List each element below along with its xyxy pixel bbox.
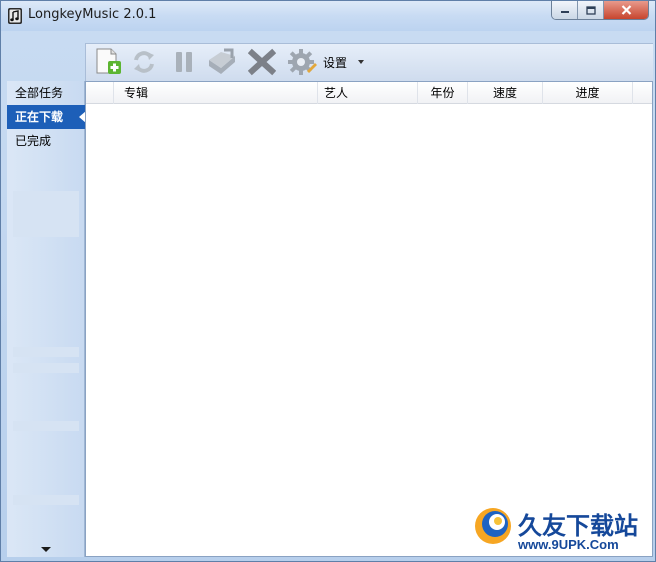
open-icon bbox=[209, 48, 235, 74]
pause-icon bbox=[176, 52, 192, 72]
sidebar-item-label: 已完成 bbox=[15, 134, 52, 148]
delete-button[interactable] bbox=[246, 46, 278, 78]
minimize-button[interactable] bbox=[552, 1, 578, 19]
sidebar-decoration bbox=[13, 191, 79, 237]
refresh-icon bbox=[134, 51, 154, 73]
refresh-button[interactable] bbox=[128, 46, 160, 78]
delete-icon bbox=[248, 48, 276, 76]
gear-icon bbox=[288, 49, 317, 75]
watermark-name: 久友下载站 bbox=[518, 511, 638, 540]
music-note-icon bbox=[8, 8, 22, 24]
settings-label[interactable]: 设置 bbox=[323, 54, 347, 71]
sidebar-decoration bbox=[13, 347, 79, 357]
sidebar-decoration bbox=[13, 495, 79, 505]
task-list[interactable]: 专辑 艺人 年份 速度 进度 bbox=[85, 81, 653, 557]
minimize-icon bbox=[560, 11, 569, 13]
list-header: 专辑 艺人 年份 速度 进度 bbox=[86, 82, 652, 104]
sidebar-item-downloading[interactable]: 正在下载 bbox=[7, 105, 86, 129]
column-header-artist[interactable]: 艺人 bbox=[318, 82, 418, 104]
sidebar-decoration bbox=[13, 363, 79, 373]
chevron-down-icon[interactable] bbox=[358, 60, 364, 64]
settings-button[interactable] bbox=[286, 46, 318, 78]
toolbar: 设置 bbox=[85, 43, 653, 81]
scroll-down-icon[interactable] bbox=[41, 547, 51, 552]
site-logo-icon bbox=[475, 508, 511, 544]
sidebar-item-label: 正在下载 bbox=[15, 110, 64, 124]
watermark-url: www.9UPK.Com bbox=[518, 537, 619, 552]
close-icon bbox=[621, 5, 631, 15]
maximize-button[interactable] bbox=[578, 1, 604, 19]
open-button[interactable] bbox=[206, 46, 238, 78]
window-controls bbox=[551, 1, 649, 20]
maximize-icon bbox=[585, 5, 596, 15]
window-title: LongkeyMusic 2.0.1 bbox=[28, 7, 157, 22]
add-button[interactable] bbox=[92, 46, 124, 78]
column-header-speed[interactable]: 速度 bbox=[468, 82, 543, 104]
column-header-year[interactable]: 年份 bbox=[418, 82, 468, 104]
sidebar-decoration bbox=[13, 421, 79, 431]
add-icon bbox=[96, 48, 121, 74]
app-window: LongkeyMusic 2.0.1 设置 全部任务 正在下载 已完成 专辑 艺… bbox=[0, 0, 656, 562]
pause-button[interactable] bbox=[168, 46, 200, 78]
sidebar: 全部任务 正在下载 已完成 bbox=[7, 81, 86, 557]
sidebar-item-completed[interactable]: 已完成 bbox=[7, 129, 85, 153]
watermark: 久友下载站 www.9UPK.Com bbox=[471, 504, 653, 556]
column-header-album[interactable]: 专辑 bbox=[114, 82, 318, 104]
close-button[interactable] bbox=[604, 1, 648, 19]
title-bar[interactable]: LongkeyMusic 2.0.1 bbox=[1, 1, 655, 31]
sidebar-item-label: 全部任务 bbox=[15, 86, 64, 100]
column-header-progress[interactable]: 进度 bbox=[543, 82, 633, 104]
column-header-blank bbox=[86, 82, 114, 104]
sidebar-item-all-tasks[interactable]: 全部任务 bbox=[7, 81, 85, 105]
